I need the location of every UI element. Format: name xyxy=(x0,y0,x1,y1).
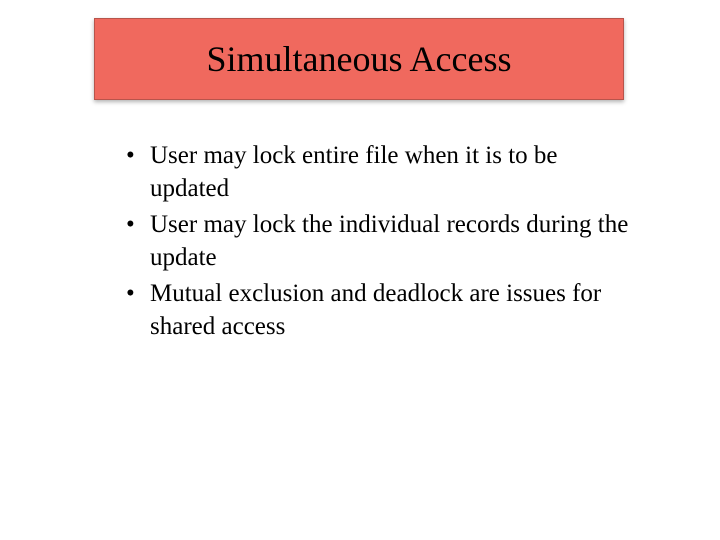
slide-content: User may lock entire file when it is to … xyxy=(120,140,630,347)
title-bar: Simultaneous Access xyxy=(94,18,624,100)
list-item: User may lock the individual records dur… xyxy=(120,209,630,274)
list-item: User may lock entire file when it is to … xyxy=(120,140,630,205)
slide-title: Simultaneous Access xyxy=(207,38,512,80)
bullet-list: User may lock entire file when it is to … xyxy=(120,140,630,343)
list-item: Mutual exclusion and deadlock are issues… xyxy=(120,278,630,343)
